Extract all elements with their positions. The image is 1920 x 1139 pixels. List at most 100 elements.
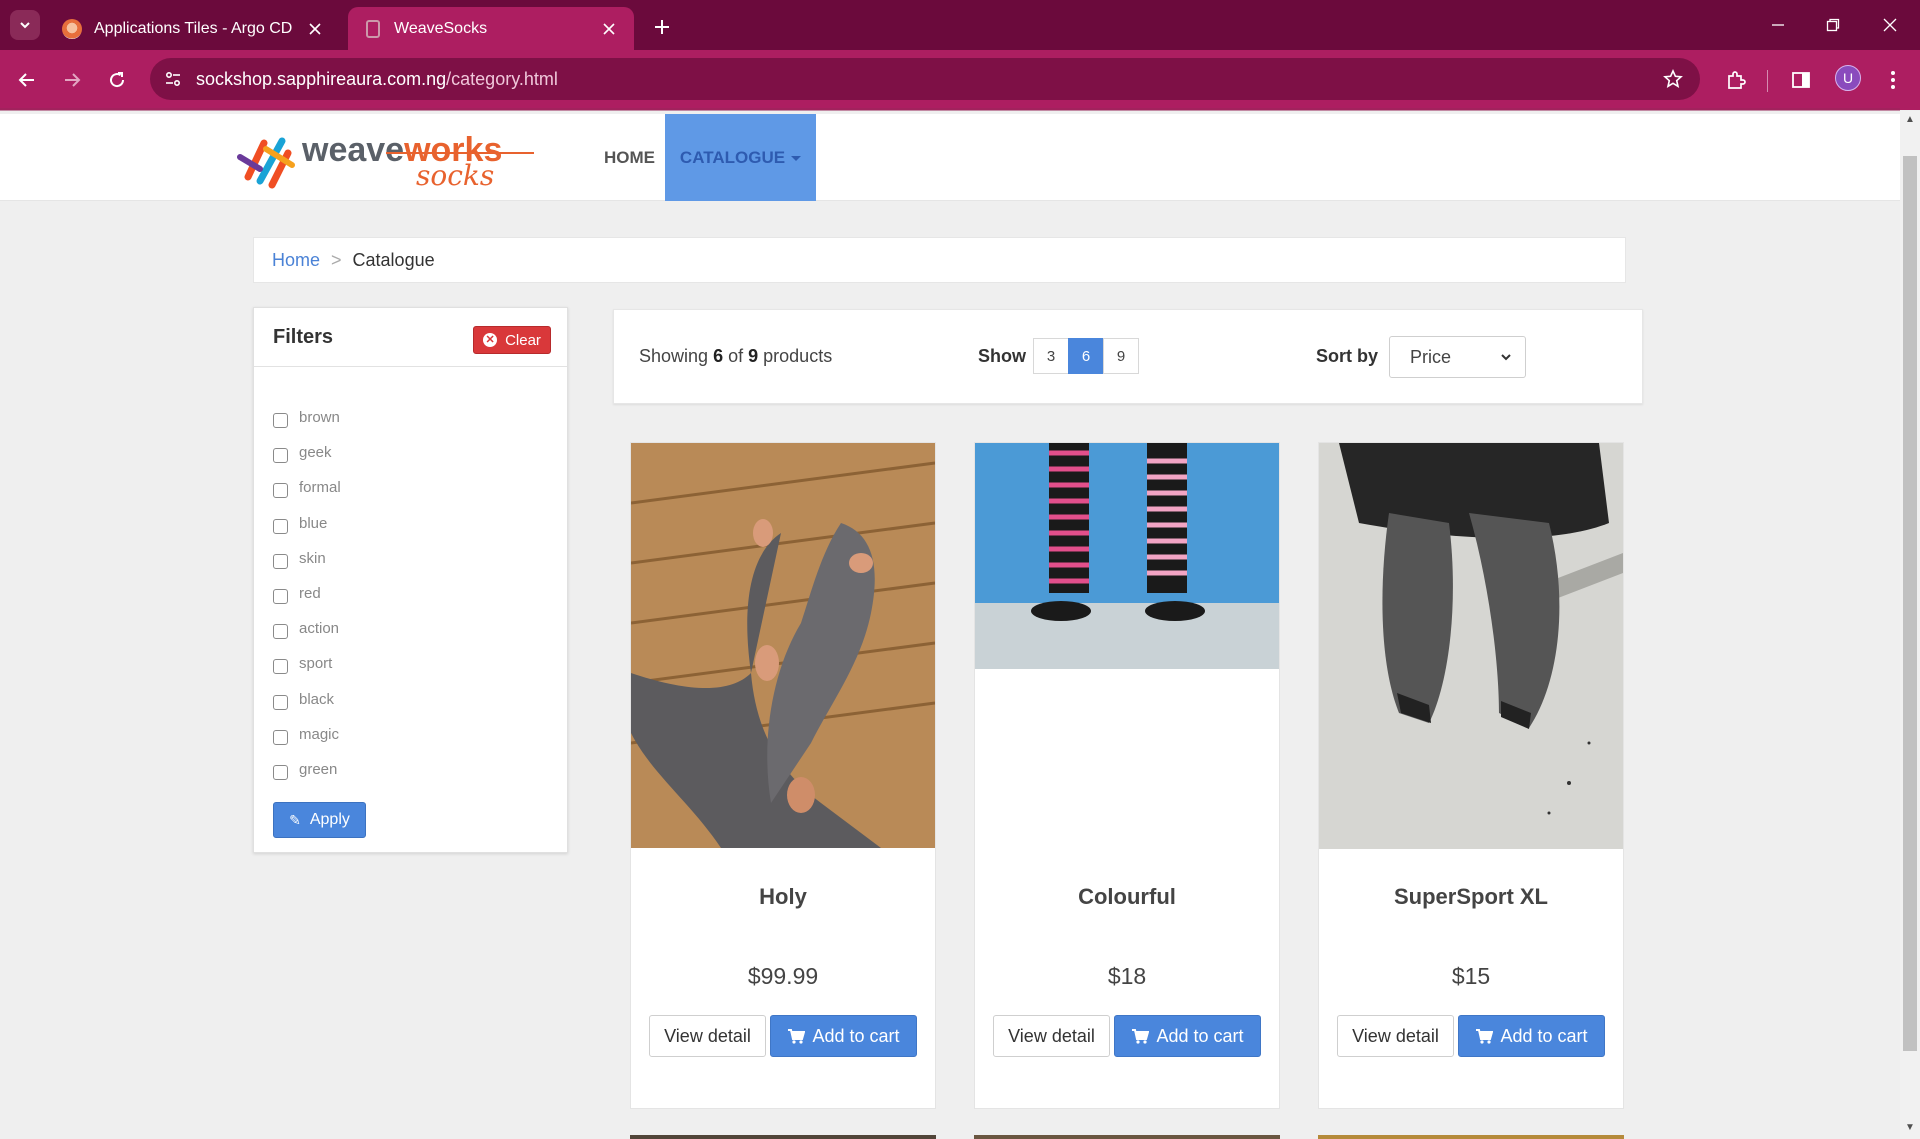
- page-size-6[interactable]: 6: [1068, 338, 1104, 374]
- product-image-colourful-socks[interactable]: [975, 443, 1279, 669]
- filter-checkbox[interactable]: [273, 518, 288, 534]
- browser-tab-bar: Applications Tiles - Argo CD WeaveSocks: [0, 0, 1920, 50]
- filter-checkbox[interactable]: [273, 729, 288, 745]
- restore-button[interactable]: [1815, 10, 1851, 40]
- browser-menu-button[interactable]: [1878, 65, 1908, 95]
- add-to-cart-button[interactable]: Add to cart: [770, 1015, 917, 1057]
- view-detail-button[interactable]: View detail: [649, 1015, 766, 1057]
- url-host: sockshop.sapphireaura.com.ng: [196, 69, 447, 89]
- filter-checkbox[interactable]: [273, 764, 288, 780]
- product-name[interactable]: Colourful: [975, 884, 1279, 910]
- filter-label: action: [299, 620, 340, 638]
- filter-checkbox[interactable]: [273, 553, 288, 569]
- weaveworks-socks-logo[interactable]: weaveworks socks: [236, 127, 536, 189]
- filter-checkbox[interactable]: [273, 589, 288, 605]
- address-bar[interactable]: sockshop.sapphireaura.com.ng/category.ht…: [150, 58, 1700, 100]
- filter-item-geek[interactable]: geek: [273, 435, 341, 470]
- product-card-next-row: [974, 1135, 1280, 1139]
- scroll-up-icon[interactable]: ▲: [1905, 115, 1915, 125]
- showing-suffix: products: [763, 346, 833, 366]
- filter-item-red[interactable]: red: [273, 576, 341, 611]
- filter-item-blue[interactable]: blue: [273, 506, 341, 541]
- product-image-supersport-socks[interactable]: [1319, 443, 1623, 849]
- sort-label: Sort by: [1316, 346, 1379, 366]
- add-to-cart-button[interactable]: Add to cart: [1114, 1015, 1261, 1057]
- filter-item-action[interactable]: action: [273, 611, 341, 646]
- filter-checkbox[interactable]: [273, 659, 288, 675]
- product-name[interactable]: SuperSport XL: [1319, 884, 1623, 910]
- apply-label: Apply: [309, 811, 350, 828]
- product-card-next-row: [630, 1135, 936, 1139]
- bookmark-star-icon[interactable]: [1660, 66, 1686, 92]
- view-detail-button[interactable]: View detail: [1337, 1015, 1454, 1057]
- apply-filters-button[interactable]: ✎ Apply: [273, 802, 366, 838]
- filter-item-magic[interactable]: magic: [273, 717, 341, 752]
- close-window-button[interactable]: [1872, 10, 1908, 40]
- nav-home-link[interactable]: HOME: [592, 114, 667, 201]
- filter-checkbox[interactable]: [273, 413, 288, 429]
- filter-checkbox[interactable]: [273, 624, 288, 640]
- filters-header: Filters ✕ Clear: [254, 308, 567, 367]
- breadcrumb-separator: >: [331, 249, 342, 270]
- page-size-3[interactable]: 3: [1033, 338, 1069, 374]
- forward-button[interactable]: [57, 65, 87, 95]
- add-to-cart-label: Add to cart: [1500, 1025, 1588, 1046]
- browser-toolbar: sockshop.sapphireaura.com.ng/category.ht…: [0, 50, 1920, 110]
- sort-select[interactable]: Price: [1389, 336, 1526, 378]
- page-size-9[interactable]: 9: [1103, 338, 1139, 374]
- filter-label: green: [299, 760, 338, 778]
- filter-item-black[interactable]: black: [273, 682, 341, 717]
- scrollbar-thumb[interactable]: [1903, 156, 1917, 1051]
- minimize-button[interactable]: [1760, 10, 1796, 40]
- view-detail-button[interactable]: View detail: [993, 1015, 1110, 1057]
- nav-catalogue-dropdown[interactable]: CATALOGUE: [665, 114, 816, 201]
- product-count-text: Showing 6 of 9 products: [639, 346, 832, 367]
- shopping-cart-icon: [788, 1029, 806, 1044]
- sock-favicon-icon: [366, 19, 380, 38]
- filter-checkbox[interactable]: [273, 448, 288, 464]
- filter-item-formal[interactable]: formal: [273, 470, 341, 505]
- extensions-button[interactable]: [1721, 65, 1751, 95]
- add-to-cart-button[interactable]: Add to cart: [1458, 1015, 1605, 1057]
- back-button[interactable]: [12, 65, 42, 95]
- tab-search-button[interactable]: [10, 10, 40, 40]
- profile-avatar[interactable]: U: [1835, 65, 1861, 91]
- breadcrumb-home-link[interactable]: Home: [272, 250, 320, 271]
- product-price: $15: [1451, 963, 1491, 989]
- more-vertical-icon: [1891, 71, 1895, 89]
- shopping-cart-icon: [1132, 1029, 1150, 1044]
- site-settings-icon[interactable]: [160, 66, 186, 92]
- page-scrollbar[interactable]: ▲ ▼: [1900, 111, 1920, 1139]
- chevron-down-icon: [1501, 354, 1511, 361]
- toolbar-divider: [1767, 70, 1768, 92]
- scroll-down-icon[interactable]: ▼: [1905, 1123, 1915, 1133]
- filter-label: blue: [299, 514, 328, 532]
- product-card-holy: Holy $99.99 View detail Add to cart: [630, 442, 936, 1109]
- breadcrumb-current: Catalogue: [352, 249, 435, 270]
- product-image-holy-socks[interactable]: [631, 443, 935, 848]
- filter-item-green[interactable]: green: [273, 752, 341, 787]
- filter-label: magic: [299, 725, 340, 743]
- close-icon: [1883, 18, 1897, 32]
- filter-checkbox[interactable]: [273, 483, 288, 499]
- tab-weavesocks[interactable]: WeaveSocks: [348, 7, 634, 50]
- product-card-supersport-xl: SuperSport XL $15 View detail Add to car…: [1318, 442, 1624, 1109]
- show-label: Show: [978, 346, 1026, 366]
- filters-title: Filters: [273, 326, 334, 348]
- logo-mark-icon: [237, 137, 295, 189]
- product-name[interactable]: Holy: [631, 884, 935, 910]
- filter-item-sport[interactable]: sport: [273, 646, 341, 681]
- side-panel-button[interactable]: [1786, 65, 1816, 95]
- close-icon[interactable]: [598, 18, 620, 40]
- tab-argo-cd[interactable]: Applications Tiles - Argo CD: [48, 7, 340, 50]
- filter-label: geek: [299, 444, 332, 462]
- product-price: $18: [1107, 963, 1147, 989]
- plus-icon: [655, 20, 669, 34]
- filter-checkbox[interactable]: [273, 694, 288, 710]
- filter-item-skin[interactable]: skin: [273, 541, 341, 576]
- new-tab-button[interactable]: [648, 12, 676, 40]
- close-icon[interactable]: [304, 18, 326, 40]
- clear-filters-button[interactable]: ✕ Clear: [473, 326, 551, 354]
- reload-button[interactable]: [102, 65, 132, 95]
- filter-item-brown[interactable]: brown: [273, 400, 341, 435]
